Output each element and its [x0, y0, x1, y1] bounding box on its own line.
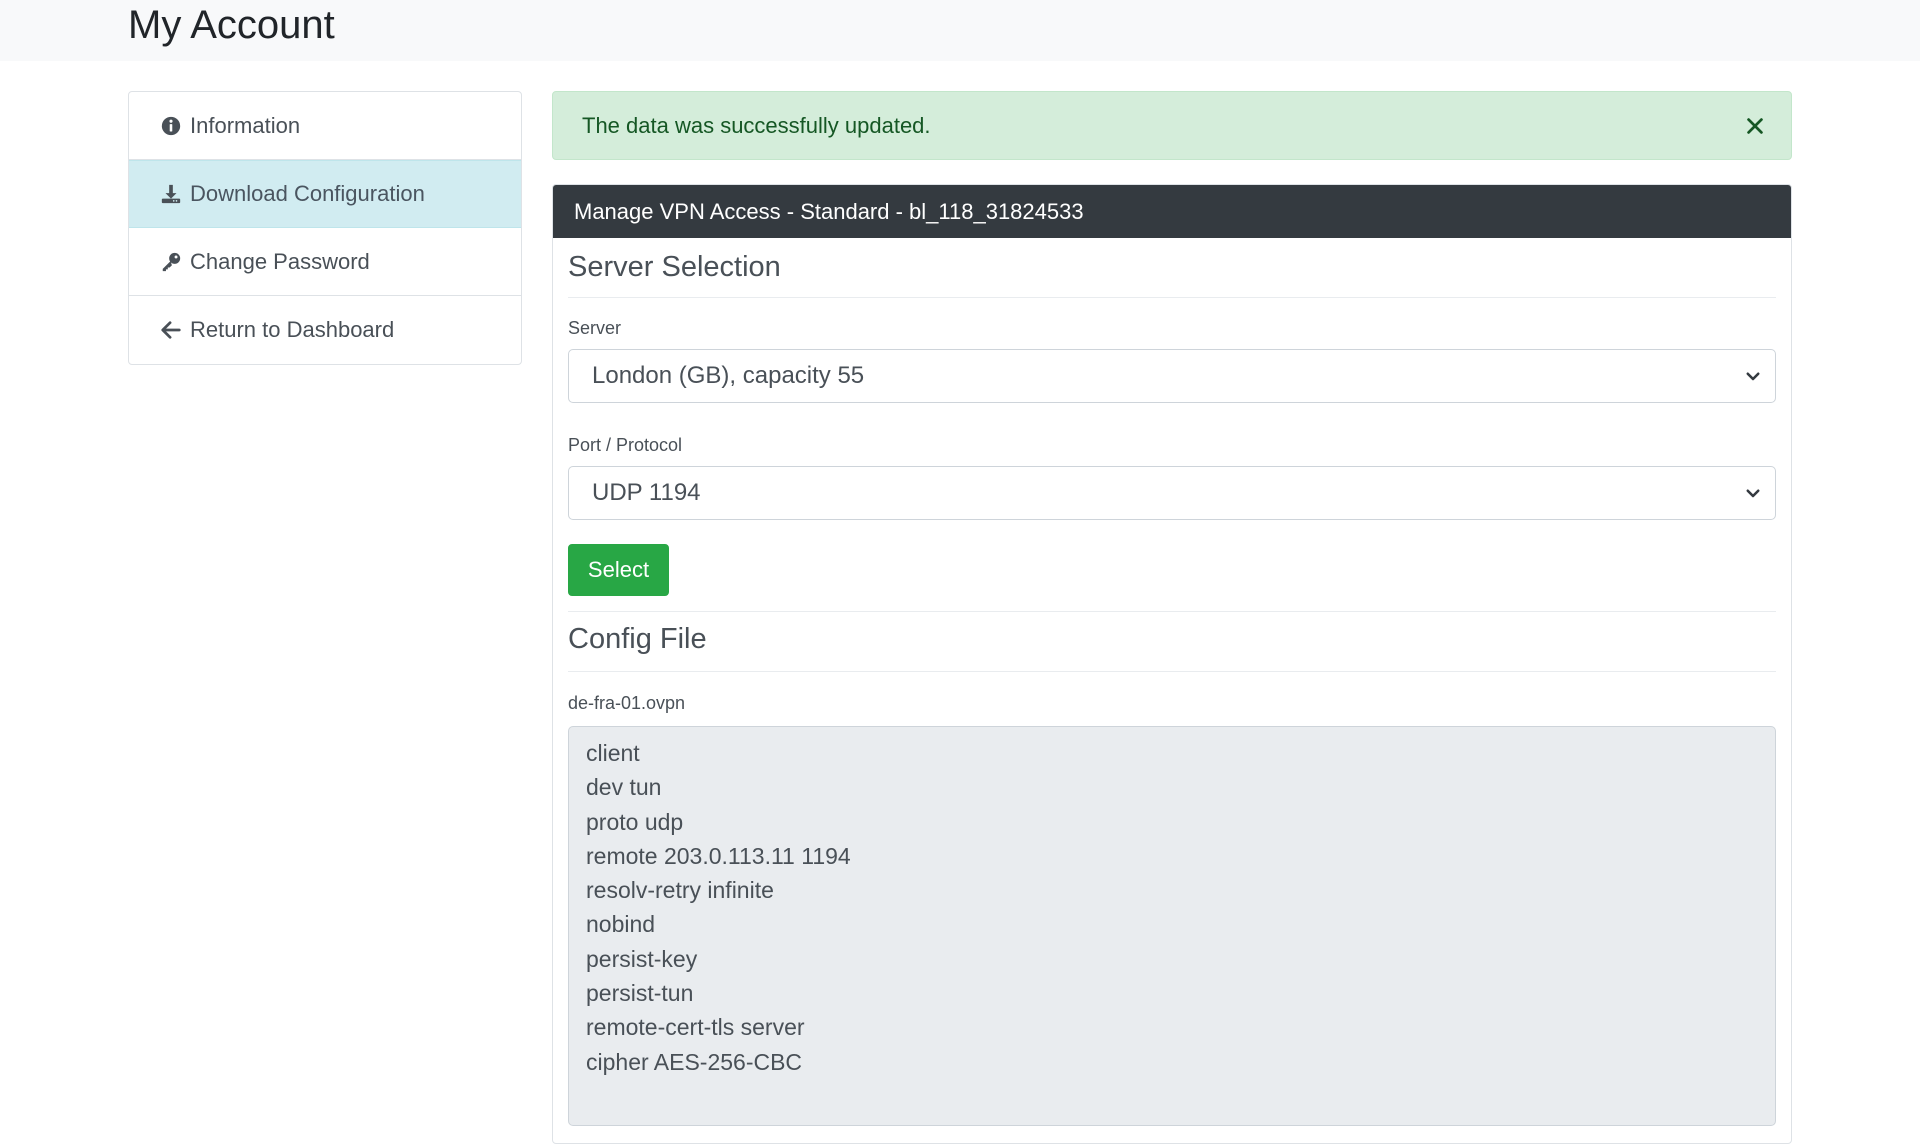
sidebar-item-information[interactable]: Information: [129, 92, 521, 160]
download-icon: [160, 183, 182, 205]
config-file-title: Config File: [568, 612, 1776, 672]
alert-message: The data was successfully updated.: [582, 112, 931, 138]
config-line: cipher AES-256-CBC: [586, 1048, 803, 1075]
config-line: remote 203.0.113.11 1194: [586, 842, 851, 869]
chevron-down-icon: [1743, 483, 1763, 503]
server-selection-title: Server Selection: [568, 238, 1776, 298]
config-line: nobind: [586, 911, 656, 938]
server-select-value: London (GB), capacity 55: [592, 362, 865, 389]
arrow-left-icon: [160, 319, 182, 341]
port-protocol-label: Port / Protocol: [568, 435, 683, 455]
config-line: persist-tun: [586, 980, 694, 1007]
sidebar-item-label: Information: [190, 112, 301, 138]
sidebar-item-label: Download Configuration: [190, 181, 425, 206]
sidebar-item-label: Change Password: [190, 248, 370, 274]
page-title: My Account: [128, 3, 335, 47]
config-line: client: [586, 740, 640, 766]
sidebar-item-label: Return to Dashboard: [190, 317, 395, 342]
config-line: resolv-retry infinite: [586, 877, 774, 904]
port-protocol-select-value: UDP 1194: [592, 479, 701, 506]
config-line: remote-cert-tls server: [586, 1014, 805, 1041]
config-line: dev tun: [586, 774, 662, 801]
config-line: proto udp: [586, 808, 684, 835]
server-select[interactable]: London (GB), capacity 55: [568, 349, 1776, 403]
vpn-access-card: Manage VPN Access - Standard - bl_118_31…: [552, 184, 1792, 1144]
config-line: persist-key: [586, 945, 698, 972]
port-protocol-select[interactable]: UDP 1194: [568, 466, 1776, 520]
sidebar-item-download-configuration[interactable]: Download Configuration: [129, 160, 521, 228]
key-icon: [160, 251, 182, 273]
chevron-down-icon: [1743, 366, 1763, 386]
card-header: Manage VPN Access - Standard - bl_118_31…: [553, 185, 1791, 238]
config-file-name: de-fra-01.ovpn: [568, 693, 686, 713]
config-textarea[interactable]: client dev tun proto udp remote 203.0.113.1…: [568, 726, 1776, 1126]
sidebar-nav: Information Download Configuration Chang…: [128, 91, 522, 365]
select-button[interactable]: Select: [568, 544, 669, 596]
info-circle-icon: [160, 115, 182, 137]
sidebar-item-return-to-dashboard[interactable]: Return to Dashboard: [129, 296, 521, 364]
sidebar-item-change-password[interactable]: Change Password: [129, 228, 521, 296]
server-label: Server: [568, 318, 622, 338]
success-alert: The data was successfully updated.: [552, 91, 1792, 160]
close-icon[interactable]: [1741, 112, 1769, 140]
page-header: My Account: [0, 0, 1920, 61]
main-content: The data was successfully updated. Manag…: [552, 91, 1792, 1144]
card-body: Server Selection Server London (GB), cap…: [553, 238, 1791, 1126]
